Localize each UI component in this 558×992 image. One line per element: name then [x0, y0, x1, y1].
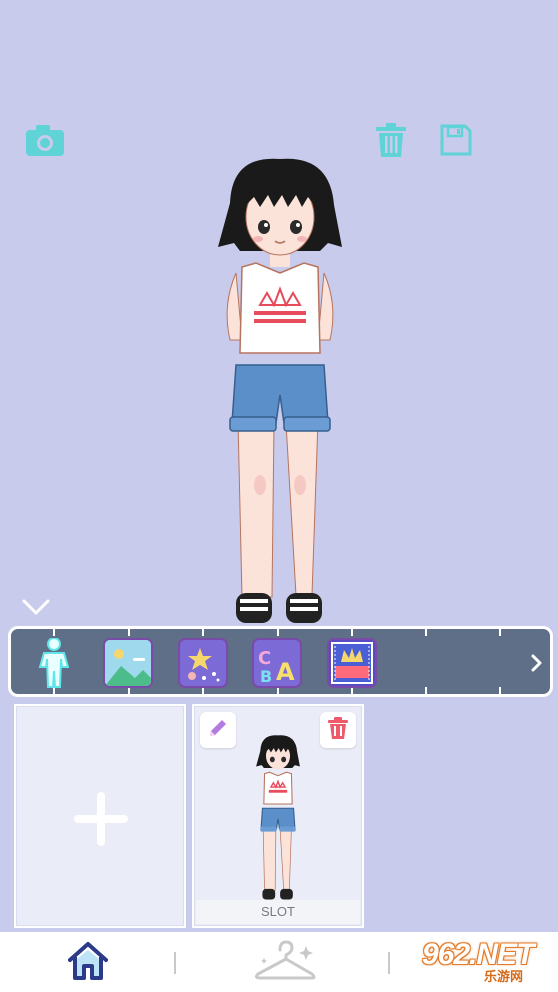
nav-wardrobe[interactable] [252, 938, 318, 984]
home-icon [66, 942, 110, 986]
bottom-nav: 962.NET 乐游网 [0, 932, 558, 992]
watermark-logo: 962.NET 乐游网 [422, 938, 534, 984]
category-bar: C B A [8, 626, 553, 697]
slot-label: SLOT [196, 900, 360, 924]
category-body[interactable] [29, 638, 79, 688]
delete-slot-button[interactable] [320, 712, 356, 748]
crown-frame-icon [329, 640, 375, 686]
category-background[interactable] [103, 638, 153, 688]
svg-text:A: A [276, 658, 295, 686]
trash-icon[interactable] [372, 120, 410, 160]
nav-home[interactable] [66, 940, 110, 982]
category-frame[interactable] [327, 638, 377, 688]
edit-slot-button[interactable] [200, 712, 236, 748]
camera-icon[interactable] [24, 122, 66, 158]
hanger-icon [252, 940, 318, 988]
slot-thumbnail [250, 734, 306, 902]
nav-divider [388, 952, 390, 974]
category-text[interactable]: C B A [252, 638, 302, 688]
trash-icon [327, 716, 349, 745]
landscape-icon [105, 640, 151, 686]
person-icon [34, 638, 74, 688]
add-slot-button[interactable] [14, 704, 186, 928]
svg-text:B: B [260, 667, 272, 686]
letters-icon: C B A [254, 640, 300, 686]
save-icon[interactable] [438, 122, 474, 158]
category-effects[interactable] [178, 638, 228, 688]
plus-icon [72, 790, 130, 848]
pencil-icon [206, 716, 230, 745]
svg-text:C: C [258, 648, 271, 669]
collapse-chevron-icon[interactable] [18, 595, 54, 619]
saved-slot[interactable]: SLOT [192, 704, 364, 928]
character-figure [212, 155, 348, 630]
chevron-right-icon[interactable] [528, 649, 546, 677]
star-sparkle-icon [180, 640, 226, 686]
nav-divider [174, 952, 176, 974]
